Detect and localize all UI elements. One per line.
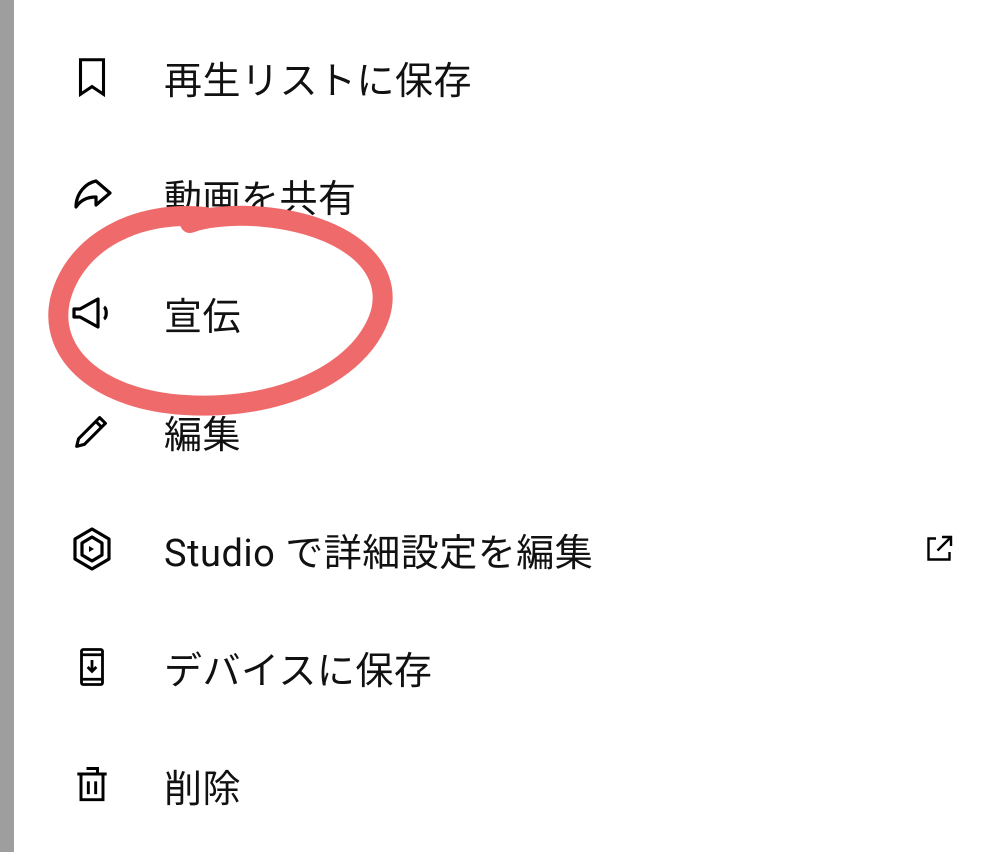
menu-item-label: 削除 (164, 758, 959, 813)
download-device-icon (68, 643, 116, 691)
trash-icon (68, 761, 116, 809)
megaphone-icon (68, 289, 116, 337)
menu-item-delete[interactable]: 削除 (14, 726, 999, 844)
share-icon (68, 171, 116, 219)
menu-item-label: Studio で詳細設定を編集 (164, 522, 919, 577)
studio-icon (68, 525, 116, 573)
menu-item-label: 再生リストに保存 (164, 50, 959, 105)
menu-item-share-video[interactable]: 動画を共有 (14, 136, 999, 254)
pencil-icon (68, 407, 116, 455)
menu-item-studio-edit[interactable]: Studio で詳細設定を編集 (14, 490, 999, 608)
external-link-icon (919, 529, 959, 569)
menu-item-save-device[interactable]: デバイスに保存 (14, 608, 999, 726)
scroll-edge (0, 0, 14, 852)
context-menu: 再生リストに保存 動画を共有 宣伝 編集 (14, 0, 999, 844)
menu-item-label: 宣伝 (164, 286, 959, 341)
menu-item-label: 動画を共有 (164, 168, 959, 223)
menu-item-save-playlist[interactable]: 再生リストに保存 (14, 18, 999, 136)
menu-item-edit[interactable]: 編集 (14, 372, 999, 490)
menu-item-label: 編集 (164, 404, 959, 459)
menu-item-label: デバイスに保存 (164, 640, 959, 695)
bookmark-icon (68, 53, 116, 101)
menu-item-promote[interactable]: 宣伝 (14, 254, 999, 372)
